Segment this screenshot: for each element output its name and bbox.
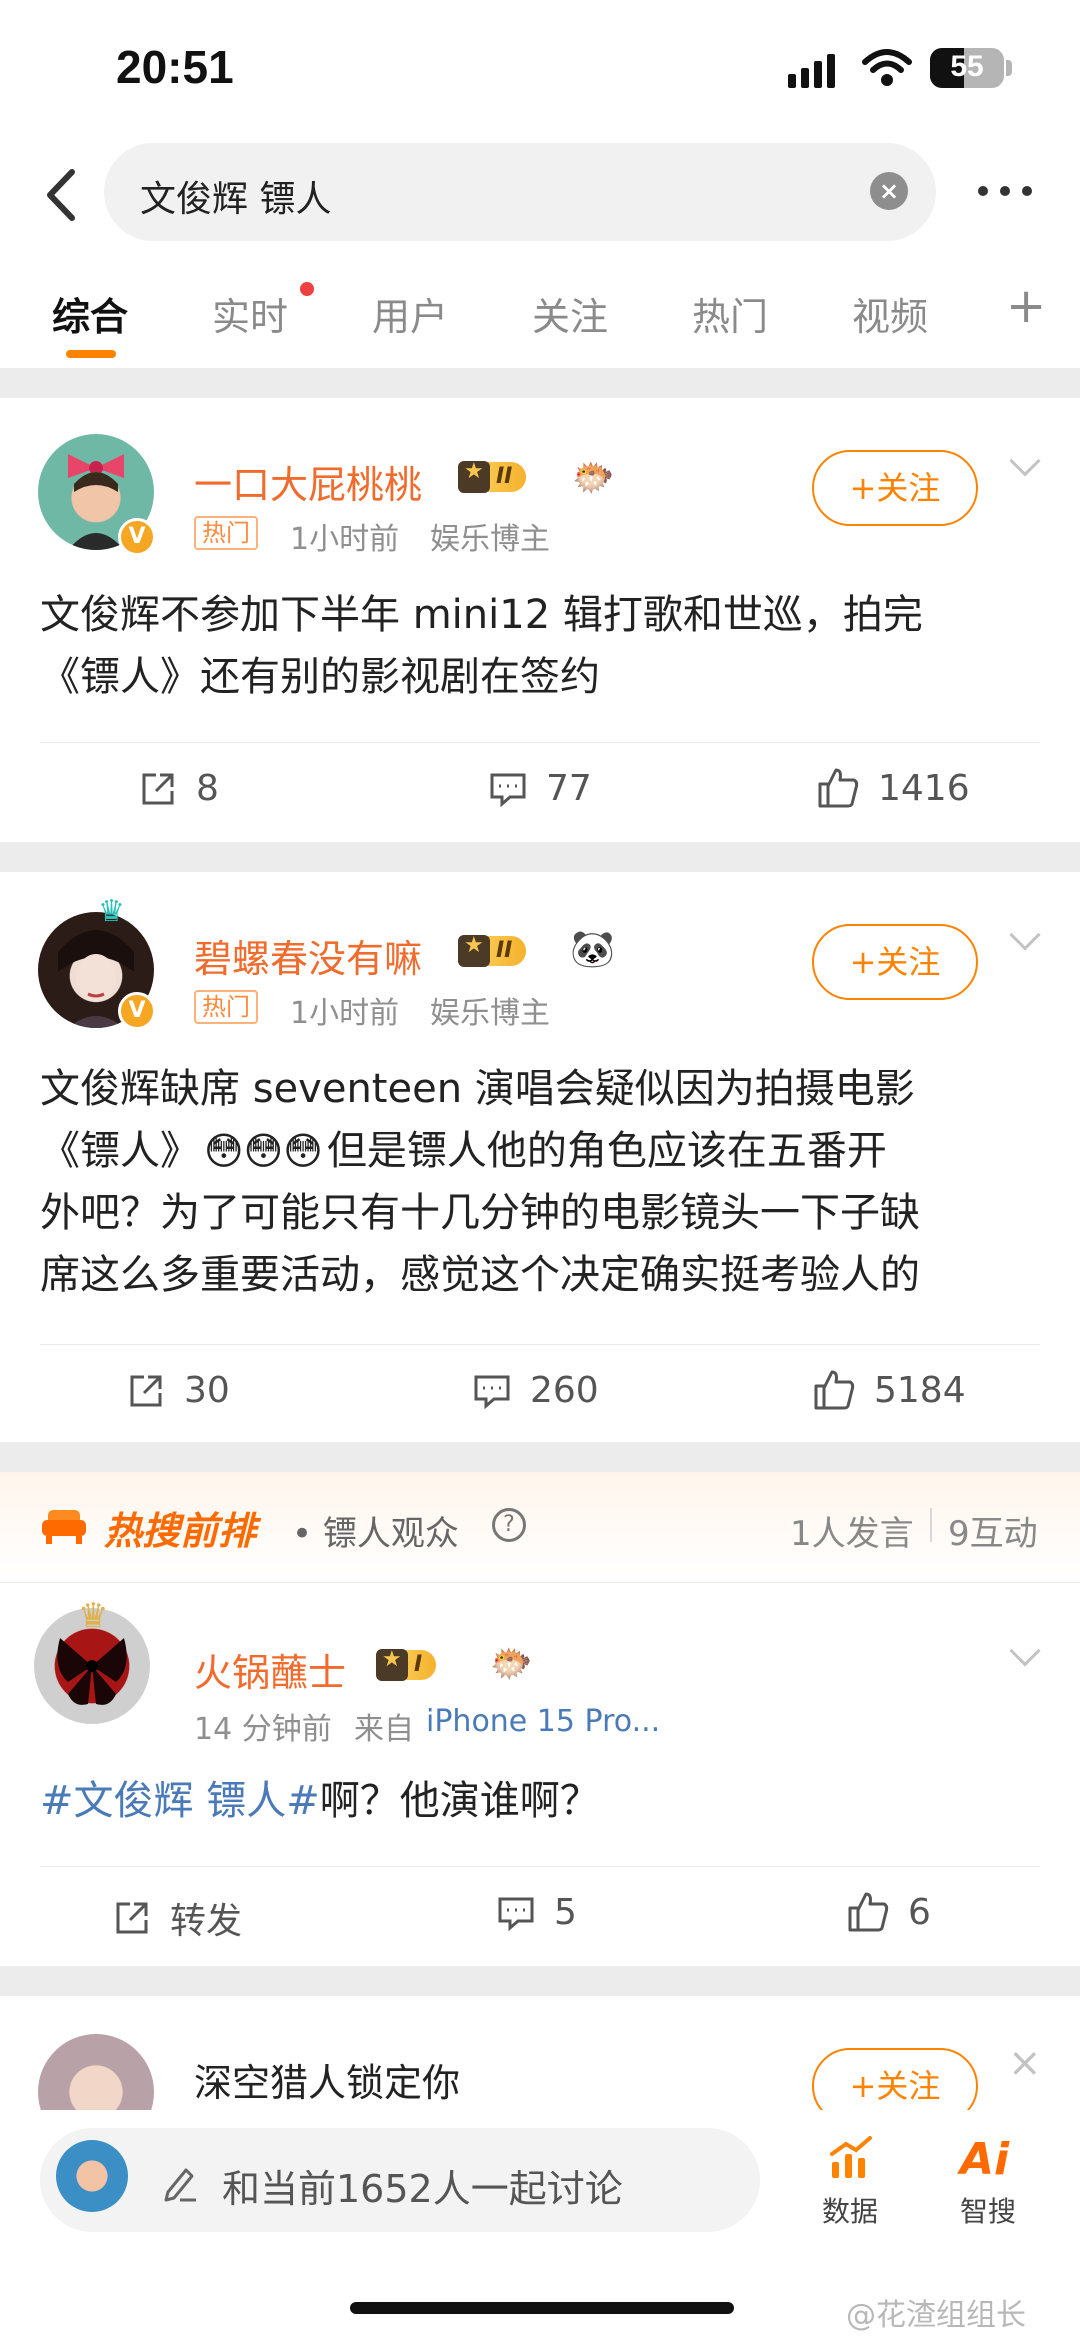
signal-icon (788, 54, 835, 88)
thumbs-up-icon (848, 1892, 889, 1932)
repost-button[interactable]: 30 (126, 1370, 230, 1411)
post-role: 娱乐博主 (430, 996, 550, 1031)
wifi-icon (862, 49, 912, 86)
level-badge-icon: II (458, 458, 527, 496)
crown-decoration-icon: ♛ (98, 894, 125, 929)
hot-search-title: 热搜前排 (104, 1509, 257, 1553)
notification-dot (300, 282, 314, 296)
search-query[interactable]: 文俊辉 镖人 (140, 170, 331, 222)
post-text-segment: 但是镖人他的角色应该在五番开 (326, 1128, 887, 1174)
watermark: @花渣组组长 (846, 2298, 1026, 2333)
divider (40, 1344, 1040, 1345)
comment-button[interactable]: 77 (488, 768, 592, 809)
pencil-icon (164, 2168, 196, 2202)
sofa-icon (42, 1510, 86, 1544)
more-icon[interactable] (978, 186, 1032, 196)
follow-button[interactable]: +关注 (812, 924, 978, 1000)
like-button[interactable]: 1416 (816, 766, 970, 810)
divider (40, 1866, 1040, 1867)
comment-icon (498, 1897, 534, 1931)
share-icon (116, 1902, 148, 1934)
back-arrow-icon[interactable] (32, 160, 92, 230)
comment-icon (474, 1375, 510, 1409)
follow-button[interactable]: +关注 (812, 450, 978, 526)
tab-all[interactable]: 综合 (52, 286, 128, 341)
verified-badge-icon: V (118, 992, 156, 1030)
battery-icon: 55 (930, 48, 1004, 88)
emoji-icon: 😳😳😳 (204, 1129, 323, 1173)
divider (930, 1508, 932, 1542)
home-indicator[interactable] (350, 2302, 734, 2314)
tab-active-indicator (66, 350, 116, 358)
thumbs-up-icon (814, 1370, 855, 1410)
thumbs-up-icon (818, 768, 859, 808)
speaker-count: 1人发言 (790, 1514, 914, 1554)
hot-badge: 热门 (194, 516, 258, 550)
post-source[interactable]: iPhone 15 Pro... (426, 1704, 660, 1739)
data-chart-icon[interactable] (826, 2132, 876, 2182)
post-text-line[interactable]: 外吧？为了可能只有十几分钟的电影镜头一下子缺 (40, 1182, 920, 1244)
crown-decoration-icon: ♛ (78, 1596, 109, 1636)
fish-emoji-icon: 🐡 (490, 1644, 533, 1684)
like-button[interactable]: 6 (846, 1890, 931, 1934)
help-icon[interactable]: ? (492, 1508, 526, 1542)
post-text-line[interactable]: 文俊辉缺席 seventeen 演唱会疑似因为拍摄电影 (40, 1058, 915, 1120)
fish-emoji-icon: 🐡 (572, 458, 615, 498)
interaction-count: 9互动 (948, 1514, 1038, 1554)
post-source-prefix: 来自 (354, 1712, 414, 1747)
share-icon (130, 1375, 162, 1406)
post-text-segment: 《镖人》 (40, 1128, 200, 1174)
post-time: 1小时前 (290, 522, 400, 557)
repost-button[interactable]: 转发 (112, 1892, 242, 1944)
battery-tip (1006, 60, 1012, 76)
comment-button[interactable]: 5 (496, 1892, 577, 1933)
like-button[interactable]: 5184 (812, 1368, 966, 1412)
post-time: 14 分钟前 (194, 1712, 332, 1747)
post-username[interactable]: 碧螺春没有嘛 (194, 928, 422, 983)
clear-icon[interactable]: × (870, 172, 908, 210)
post-text-segment: 啊？他演谁啊？ (319, 1778, 600, 1824)
post-role: 娱乐博主 (430, 522, 550, 557)
tab-video[interactable]: 视频 (852, 286, 928, 341)
tab-realtime[interactable]: 实时 (212, 286, 288, 341)
post-text-line[interactable]: 席这么多重要活动，感觉这个决定确实挺考验人的 (40, 1244, 920, 1306)
add-tab-icon[interactable]: + (1006, 278, 1046, 334)
level-badge-icon: II (458, 932, 527, 970)
post-username[interactable]: 一口大屁桃桃 (194, 454, 422, 509)
tab-users[interactable]: 用户 (372, 286, 448, 341)
post-username[interactable]: 深空猎人锁定你 (194, 2052, 460, 2107)
smart-search-label[interactable]: 智搜 (960, 2190, 1016, 2230)
post-text-line[interactable]: 文俊辉不参加下半年 mini12 辑打歌和世巡，拍完 (40, 584, 923, 646)
discuss-placeholder[interactable]: 和当前1652人一起讨论 (222, 2158, 623, 2213)
ai-search-icon[interactable]: Ai (960, 2134, 1009, 2185)
divider (0, 1582, 1080, 1583)
level-badge-icon: I (376, 1646, 437, 1684)
tab-hot[interactable]: 热门 (692, 286, 768, 341)
comment-button[interactable]: 260 (472, 1370, 599, 1411)
hashtag-link[interactable]: #文俊辉 镖人# (40, 1770, 320, 1832)
panda-emoji-icon: 🐼 (570, 929, 615, 970)
close-icon[interactable]: × (1008, 2040, 1042, 2086)
avatar (56, 2140, 128, 2212)
repost-button[interactable]: 8 (138, 768, 219, 809)
post-username[interactable]: 火锅蘸士 (194, 1642, 346, 1697)
hot-search-topic: • 镖人观众 (292, 1514, 459, 1554)
data-label[interactable]: 数据 (822, 2190, 878, 2230)
share-icon (142, 773, 174, 804)
post-time: 1小时前 (290, 996, 400, 1031)
divider (40, 742, 1040, 743)
comment-icon (490, 773, 526, 807)
verified-badge-icon: V (118, 518, 156, 556)
post-text-line[interactable]: 《镖人》 😳😳😳 但是镖人他的角色应该在五番开 (40, 1120, 887, 1182)
status-time: 20:51 (116, 41, 234, 93)
post-text-line[interactable]: #文俊辉 镖人# 啊？他演谁啊？ (40, 1770, 600, 1832)
tab-following[interactable]: 关注 (532, 286, 608, 341)
post-text-line[interactable]: 《镖人》还有别的影视剧在签约 (40, 646, 600, 708)
hot-badge: 热门 (194, 990, 258, 1024)
